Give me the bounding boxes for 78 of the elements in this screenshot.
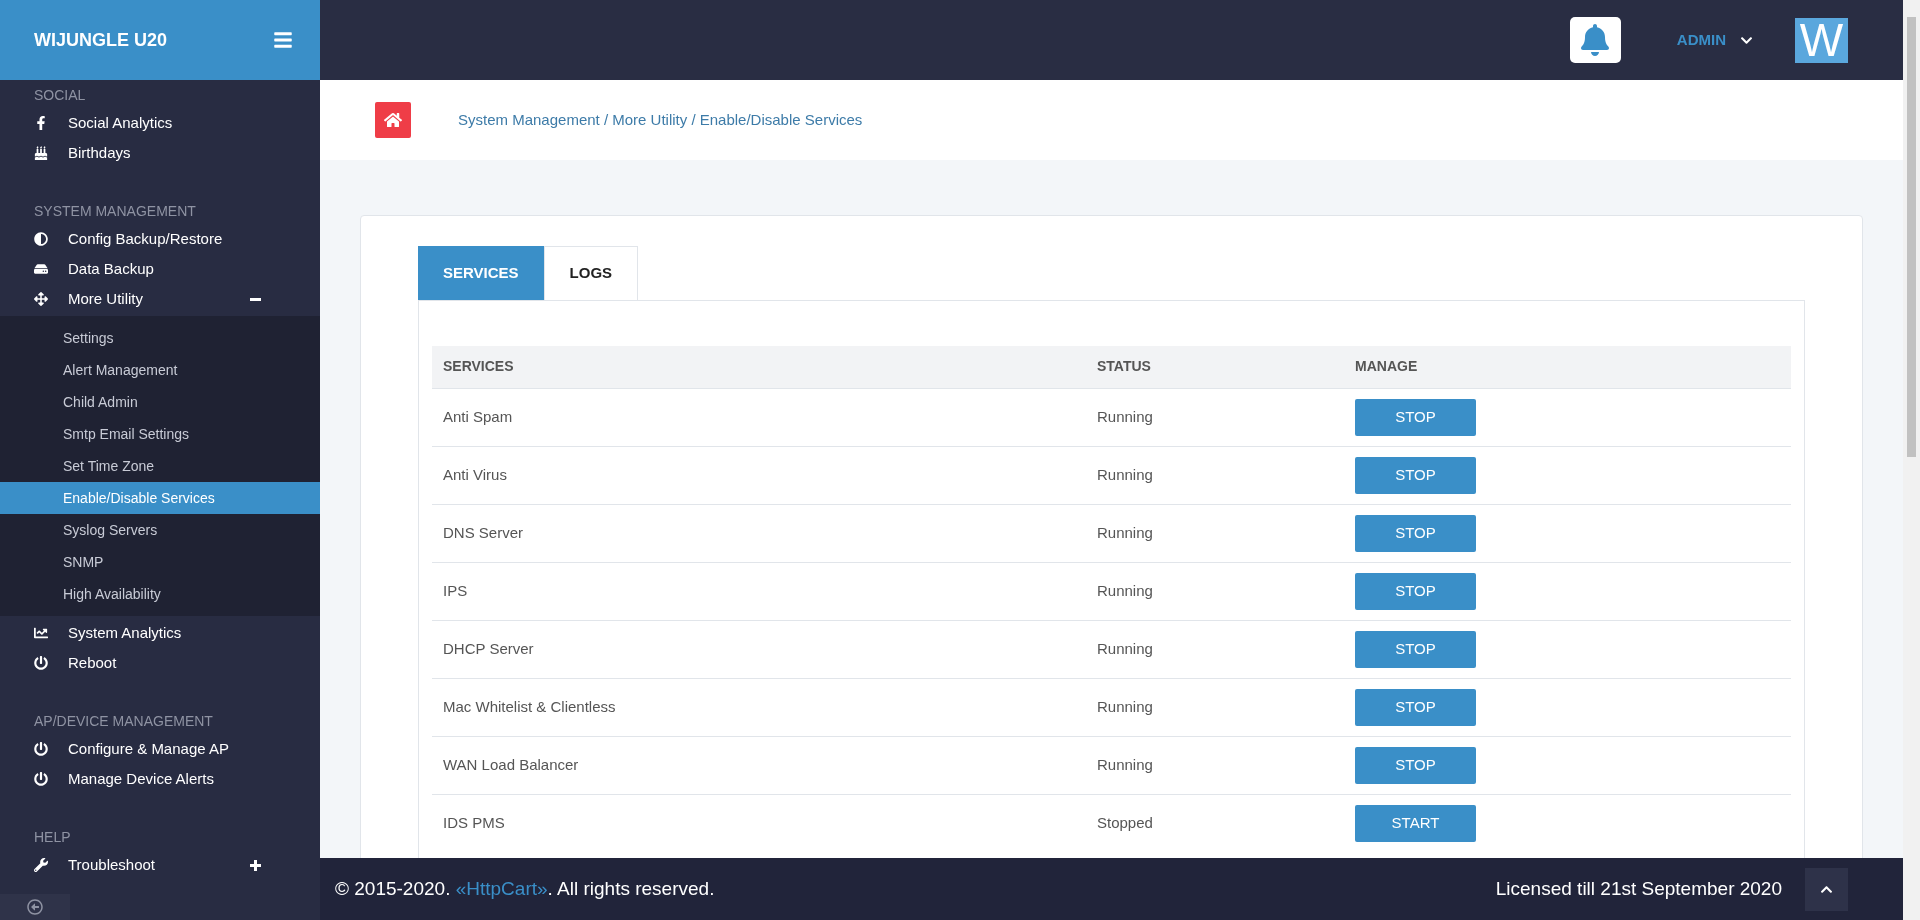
table-cell: Anti Spam [432, 388, 1086, 446]
move-arrows-icon [34, 292, 48, 306]
column-header: MANAGE [1344, 346, 1791, 388]
plus-icon [250, 859, 261, 871]
table-cell: Running [1086, 562, 1344, 620]
license-text: Licensed till 21st September 2020 [1495, 876, 1782, 901]
power-icon [34, 656, 48, 670]
table-cell: Anti Virus [432, 446, 1086, 504]
power-icon [34, 772, 48, 786]
action-button[interactable]: START [1355, 804, 1476, 842]
home-icon [384, 111, 402, 129]
column-header: SERVICES [432, 346, 1086, 388]
copyright-text: © 2015-2020. «HttpCart». All rights reserved. [335, 876, 715, 901]
sidebar-item[interactable]: Manage Device Alerts [0, 764, 305, 794]
httpcart-link[interactable]: «HttpCart» [455, 877, 548, 899]
submenu-item[interactable]: Alert Management [0, 354, 320, 386]
sidebar-item[interactable]: More Utility [0, 284, 305, 314]
action-button[interactable]: STOP [1355, 572, 1476, 610]
breadcrumb: System Management / More Utility / Enable/Disable Services [458, 109, 863, 130]
tab[interactable]: SERVICES [418, 246, 544, 300]
action-button[interactable]: STOP [1355, 630, 1476, 668]
table-cell: IPS [432, 562, 1086, 620]
action-button[interactable]: STOP [1355, 688, 1476, 726]
scrollbar[interactable] [1903, 0, 1920, 920]
table-cell: Stopped [1086, 794, 1344, 852]
tab[interactable]: LOGS [543, 246, 639, 300]
table-cell: Running [1086, 504, 1344, 562]
action-button[interactable]: STOP [1355, 514, 1476, 552]
table-cell: DHCP Server [432, 620, 1086, 678]
drive-icon [34, 262, 48, 276]
submenu-item[interactable]: Settings [0, 322, 320, 354]
table-cell: Running [1086, 736, 1344, 794]
submenu-item[interactable]: High Availability [0, 578, 320, 610]
minus-icon [250, 297, 261, 301]
section-heading: SYSTEM MANAGEMENT [33, 201, 197, 221]
table-cell: Running [1086, 388, 1344, 446]
submenu-item[interactable]: SNMP [0, 546, 320, 578]
sidebar-item[interactable]: Config Backup/Restore [0, 224, 305, 254]
sidebar-item[interactable]: Social Analytics [0, 108, 305, 138]
home-button[interactable] [375, 102, 411, 138]
sidebar-item[interactable]: Reboot [0, 648, 305, 678]
table-cell: DNS Server [432, 504, 1086, 562]
table-cell: Running [1086, 446, 1344, 504]
table-cell: Mac Whitelist & Clientless [432, 678, 1086, 736]
submenu-item[interactable]: Child Admin [0, 386, 320, 418]
sidebar-item[interactable]: System Analytics [0, 618, 305, 648]
section-heading: SOCIAL [33, 85, 87, 105]
action-button[interactable]: STOP [1355, 456, 1476, 494]
cake-icon [34, 146, 48, 160]
power-icon [34, 742, 48, 756]
menu-icon[interactable] [273, 30, 293, 50]
table-cell: WAN Load Balancer [432, 736, 1086, 794]
table-cell: Running [1086, 620, 1344, 678]
section-heading: HELP [33, 827, 72, 847]
table-cell: Running [1086, 678, 1344, 736]
submenu-item[interactable]: Set Time Zone [0, 450, 320, 482]
submenu-item[interactable]: Smtp Email Settings [0, 418, 320, 450]
bell-icon [1579, 24, 1612, 56]
facebook-icon [34, 116, 48, 130]
scrollbar-thumb[interactable] [1907, 17, 1916, 457]
action-button[interactable]: STOP [1355, 398, 1476, 436]
sidebar-item[interactable]: Troubleshoot [0, 850, 305, 880]
sidebar-item[interactable]: Configure & Manage AP [0, 734, 305, 764]
column-header: STATUS [1086, 346, 1344, 388]
submenu-item[interactable]: Syslog Servers [0, 514, 320, 546]
notification-button[interactable] [1569, 17, 1621, 63]
scroll-top-button[interactable] [1805, 867, 1848, 911]
brand-title: WIJUNGLE U20 [34, 28, 168, 52]
user-menu[interactable]: ADMIN [1676, 28, 1753, 52]
collapse-button[interactable] [0, 894, 70, 920]
section-heading: AP/DEVICE MANAGEMENT [33, 711, 214, 731]
sidebar-item[interactable]: Data Backup [0, 254, 305, 284]
action-button[interactable]: STOP [1355, 746, 1476, 784]
sidebar-item[interactable]: Birthdays [0, 138, 305, 168]
submenu-item[interactable]: Enable/Disable Services [0, 482, 320, 514]
line-chart-icon [34, 626, 48, 640]
table-cell: IDS PMS [432, 794, 1086, 852]
wrench-icon [34, 858, 48, 872]
